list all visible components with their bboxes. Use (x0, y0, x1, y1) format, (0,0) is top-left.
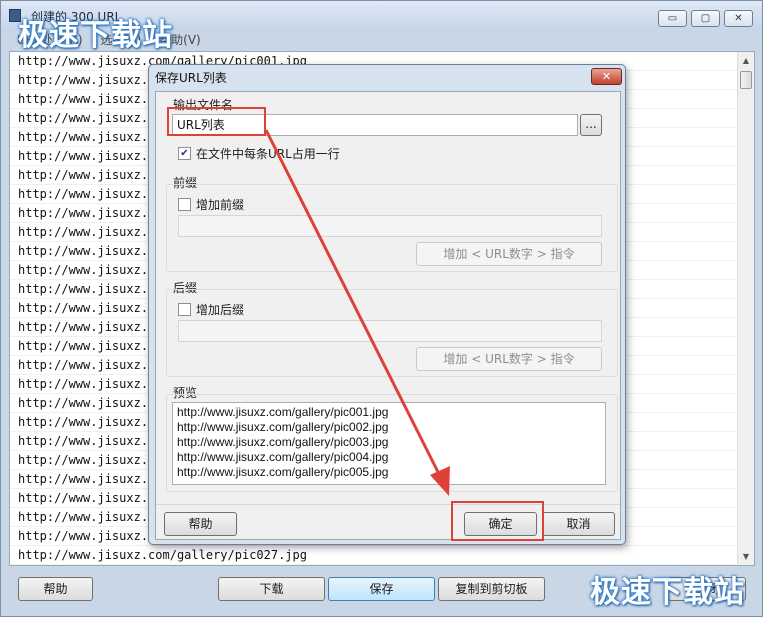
scroll-thumb[interactable] (740, 71, 752, 89)
prefix-input[interactable] (178, 215, 602, 237)
dialog-footer: 帮助 确定 取消 (156, 504, 620, 539)
one-per-line-label: 在文件中每条URL占用一行 (196, 147, 340, 161)
dialog-help-button[interactable]: 帮助 (164, 512, 237, 536)
url-row[interactable]: http://www.jisuxz.com/gallery/pic027.jpg (10, 546, 736, 565)
suffix-insert-button[interactable]: 增加 < URL数字 > 指令 (416, 347, 602, 371)
dialog-body: 输出文件名 URL列表 ... ✔ 在文件中每条URL占用一行 前缀 增加前缀 … (155, 91, 621, 540)
dialog-title: 保存URL列表 (155, 71, 227, 85)
browse-button[interactable]: ... (580, 114, 602, 136)
download-button[interactable]: 下载 (218, 577, 325, 601)
watermark-top: 极速下载站 (18, 18, 173, 53)
watermark-bottom: 极速下载站 (590, 575, 745, 610)
copy-clipboard-button[interactable]: 复制到剪切板 (438, 577, 545, 601)
ok-highlight-box (451, 501, 544, 541)
maximize-button[interactable]: ▢ (691, 10, 720, 27)
filename-highlight-box (167, 107, 266, 136)
preview-list: http://www.jisuxz.com/gallery/pic001.jpg… (172, 402, 606, 485)
preview-line: http://www.jisuxz.com/gallery/pic004.jpg (177, 450, 389, 464)
cancel-button[interactable]: 取消 (542, 512, 615, 536)
minimize-button[interactable]: ▭ (658, 10, 687, 27)
one-per-line-checkbox[interactable]: ✔ (178, 147, 191, 160)
add-prefix-label: 增加前缀 (196, 198, 245, 212)
preview-line: http://www.jisuxz.com/gallery/pic001.jpg (177, 405, 389, 419)
preview-line: http://www.jisuxz.com/gallery/pic005.jpg (177, 465, 389, 479)
preview-line: http://www.jisuxz.com/gallery/pic002.jpg (177, 420, 389, 434)
add-suffix-checkbox[interactable] (178, 303, 191, 316)
save-button[interactable]: 保存 (328, 577, 435, 601)
add-suffix-label: 增加后缀 (196, 303, 245, 317)
add-prefix-checkbox[interactable] (178, 198, 191, 211)
scroll-down-icon[interactable]: ▼ (738, 548, 754, 565)
scroll-up-icon[interactable]: ▲ (738, 52, 754, 69)
help-button[interactable]: 帮助 (18, 577, 93, 601)
prefix-insert-button[interactable]: 增加 < URL数字 > 指令 (416, 242, 602, 266)
save-url-list-dialog: 保存URL列表 ✕ 输出文件名 URL列表 ... ✔ 在文件中每条URL占用一… (148, 64, 626, 545)
close-button[interactable]: ✕ (724, 10, 753, 27)
suffix-input[interactable] (178, 320, 602, 342)
preview-line: http://www.jisuxz.com/gallery/pic003.jpg (177, 435, 389, 449)
vertical-scrollbar[interactable]: ▲ ▼ (737, 52, 754, 565)
dialog-close-button[interactable]: ✕ (591, 68, 622, 85)
check-icon: ✔ (180, 148, 189, 159)
